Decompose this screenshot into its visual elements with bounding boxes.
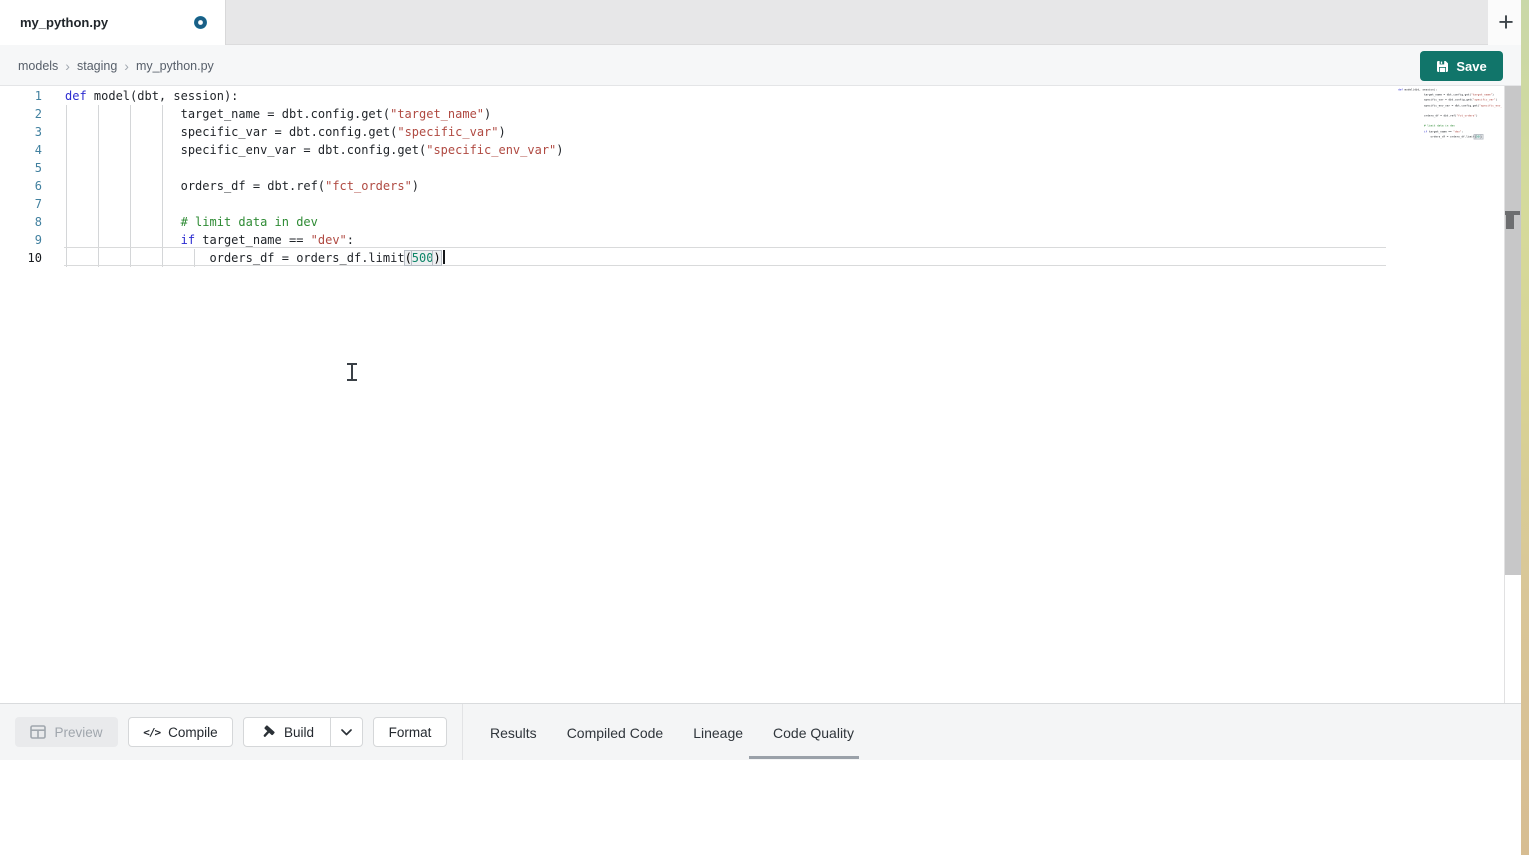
save-button-label: Save [1456, 59, 1486, 74]
window-edge-strip [1521, 0, 1529, 855]
breadcrumb-item[interactable]: staging [77, 59, 117, 73]
code-line[interactable]: # limit data in dev [65, 213, 564, 231]
tab-my-python[interactable]: my_python.py [0, 0, 226, 45]
compile-button[interactable]: </> Compile [128, 717, 233, 747]
results-panel [0, 760, 1521, 855]
code-editor[interactable]: 12345678910 def model(dbt, session): tar… [0, 86, 1521, 703]
preview-table-icon [30, 725, 46, 739]
line-number: 2 [0, 105, 42, 123]
code-line[interactable]: def model(dbt, session): [65, 87, 564, 105]
text-caret [443, 250, 445, 264]
line-number: 4 [0, 141, 42, 159]
build-button[interactable]: Build [244, 718, 330, 746]
mouse-ibeam-cursor-icon [346, 363, 358, 381]
breadcrumb-item[interactable]: models [18, 59, 58, 73]
scrollbar-cursor-marker-stem [1506, 215, 1514, 229]
line-number: 1 [0, 87, 42, 105]
build-button-label: Build [284, 725, 314, 740]
panel-tab-code-quality[interactable]: Code Quality [773, 725, 854, 741]
scrollbar-thumb[interactable] [1505, 86, 1521, 575]
bottom-toolbar: Preview </> Compile Build [0, 703, 1521, 760]
breadcrumb-bar: models › staging › my_python.py [0, 45, 1521, 86]
breadcrumb-separator-icon: › [124, 59, 129, 73]
minimap-line: orders_df = dbt.ref("fct_orders") [1398, 114, 1492, 119]
minimap-line [1398, 109, 1492, 114]
save-button[interactable]: Save [1420, 51, 1503, 81]
minimap-line: # limit data in dev [1398, 124, 1492, 129]
line-number: 5 [0, 159, 42, 177]
dbt-ide-window: my_python.py + models › staging › my_python.… [0, 0, 1529, 855]
breadcrumb: models › staging › my_python.py [18, 45, 214, 86]
minimap-line: specific_var = dbt.config.get("specific_… [1398, 98, 1492, 103]
line-number: 6 [0, 177, 42, 195]
code-line[interactable]: orders_df = dbt.ref("fct_orders") [65, 177, 564, 195]
compile-code-icon: </> [143, 726, 160, 739]
minimap[interactable]: def model(dbt, session): target_name = d… [1398, 88, 1502, 148]
code-line[interactable]: if target_name == "dev": [65, 231, 564, 249]
preview-button[interactable]: Preview [15, 717, 118, 747]
line-number: 10 [0, 249, 42, 267]
build-split-button: Build [243, 717, 363, 747]
tab-bar: my_python.py + [0, 0, 1521, 45]
code-line[interactable] [65, 159, 564, 177]
panel-tabs: Results Compiled Code Lineage Code Quality [490, 704, 854, 761]
line-number-gutter: 12345678910 [0, 87, 42, 267]
compile-button-label: Compile [168, 725, 218, 740]
active-tab-underline [749, 756, 859, 759]
line-number: 7 [0, 195, 42, 213]
tab-title: my_python.py [20, 0, 108, 45]
panel-tab-results[interactable]: Results [490, 725, 537, 741]
minimap-line: def model(dbt, session): [1398, 88, 1492, 93]
code-content[interactable]: def model(dbt, session): target_name = d… [65, 87, 564, 267]
panel-tab-lineage[interactable]: Lineage [693, 725, 743, 741]
chevron-down-icon [341, 729, 352, 736]
code-line[interactable]: orders_df = orders_df.limit(500) [65, 249, 564, 267]
code-line[interactable]: specific_env_var = dbt.config.get("speci… [65, 141, 564, 159]
new-tab-button[interactable]: + [1493, 6, 1519, 38]
format-button[interactable]: Format [373, 717, 447, 747]
build-options-dropdown[interactable] [330, 718, 362, 746]
build-hammer-icon [260, 724, 276, 740]
toolbar-divider [462, 704, 463, 760]
line-number: 3 [0, 123, 42, 141]
save-floppy-icon [1436, 60, 1449, 73]
minimap-line: specific_env_var = dbt.config.get("speci… [1398, 104, 1492, 109]
code-line[interactable] [65, 195, 564, 213]
minimap-line: orders_df = orders_df.limit(500) [1398, 135, 1492, 140]
minimap-line: if target_name == "dev": [1398, 130, 1492, 135]
breadcrumb-separator-icon: › [65, 59, 70, 73]
line-number: 9 [0, 231, 42, 249]
unsaved-changes-dot-icon [194, 16, 207, 29]
preview-button-label: Preview [54, 725, 102, 740]
panel-tab-compiled-code[interactable]: Compiled Code [567, 725, 664, 741]
code-line[interactable]: target_name = dbt.config.get("target_nam… [65, 105, 564, 123]
code-line[interactable]: specific_var = dbt.config.get("specific_… [65, 123, 564, 141]
breadcrumb-item[interactable]: my_python.py [136, 59, 214, 73]
line-number: 8 [0, 213, 42, 231]
format-button-label: Format [389, 725, 432, 740]
